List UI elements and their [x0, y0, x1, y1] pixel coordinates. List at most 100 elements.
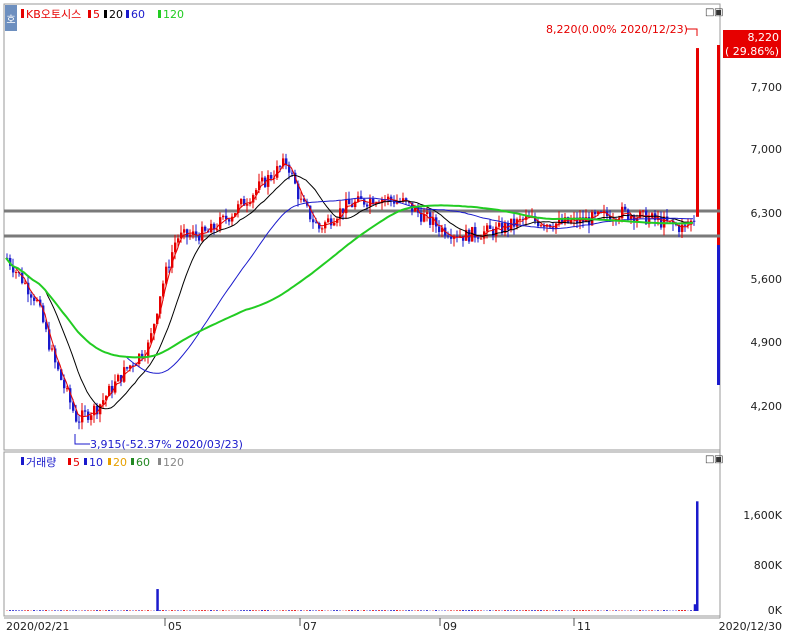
legend-vol10-swatch: [84, 458, 87, 465]
candle-body: [426, 212, 429, 214]
candle-body: [540, 225, 543, 227]
volume-bar: [27, 610, 29, 611]
candle-body: [357, 196, 360, 202]
volume-bar: [195, 610, 197, 611]
candle-body: [240, 198, 243, 205]
candle-body: [102, 400, 105, 405]
candle-body: [366, 204, 369, 207]
volume-bar: [252, 610, 254, 611]
volume-bar: [222, 610, 224, 611]
volume-bar: [378, 610, 380, 611]
candle-body: [480, 238, 483, 240]
current-change-label: ( 29.86%): [725, 45, 779, 58]
vol-tick-1600k: 1,600K: [743, 509, 782, 522]
legend-vol5-label: 5: [73, 456, 80, 469]
volume-bar: [597, 610, 599, 611]
stock-chart: 호 KB오토시스 5 20 60 120 □ ▣ □ ▣ 8,220 ( 29.…: [3, 3, 783, 633]
candle-body: [486, 225, 489, 232]
candle-body: [438, 226, 441, 233]
volume-bar: [450, 610, 452, 611]
candle-body: [300, 198, 303, 200]
volume-bar: [606, 610, 608, 611]
volume-bar: [690, 610, 692, 611]
volume-bar: [498, 610, 500, 611]
volume-panel-frame: [3, 451, 721, 617]
y-tick-7000: 7,000: [751, 143, 783, 156]
volume-bar: [462, 610, 464, 611]
volume-bar: [60, 610, 62, 611]
x-tick-09: 09: [443, 620, 457, 633]
candle-body: [90, 415, 93, 420]
limit-up-candle: [696, 48, 699, 217]
volume-bar: [375, 610, 377, 611]
candle-body: [33, 297, 36, 301]
price-close-icon[interactable]: ▣: [714, 7, 723, 18]
volume-spike-bar: [156, 589, 159, 611]
volume-bar: [372, 610, 374, 611]
volume-bar: [630, 610, 632, 611]
volume-bar: [525, 610, 527, 611]
volume-bar: [159, 610, 161, 611]
volume-bar: [318, 610, 320, 611]
candle-body: [642, 210, 645, 212]
legend-vol20-swatch: [108, 458, 111, 465]
volume-close-icon[interactable]: ▣: [714, 454, 723, 465]
current-price-label: 8,220: [748, 31, 780, 44]
candle-body: [21, 272, 24, 284]
volume-bar: [264, 610, 266, 611]
legend-vol60-label: 60: [136, 456, 150, 469]
volume-bar: [246, 610, 248, 611]
legend-volume-swatch: [21, 457, 24, 465]
y-tick-6300: 6,300: [751, 207, 783, 220]
candle-body: [693, 220, 696, 222]
volume-bar: [315, 610, 317, 611]
volume-bar: [657, 610, 659, 611]
volume-bar: [405, 610, 407, 611]
volume-bar: [333, 610, 335, 611]
legend-ma5-swatch: [88, 10, 91, 18]
volume-bar: [300, 610, 302, 611]
volume-bar: [213, 610, 215, 611]
volume-bar: [477, 610, 479, 611]
candle-body: [627, 209, 630, 220]
legend-stock-name: KB오토시스: [26, 8, 81, 21]
volume-bar: [456, 610, 458, 611]
volume-bar: [408, 610, 410, 611]
volume-bar: [309, 610, 311, 611]
volume-bar: [201, 610, 203, 611]
volume-bar: [249, 610, 251, 611]
x-tick-05: 05: [168, 620, 182, 633]
volume-bar: [666, 610, 668, 611]
volume-bar: [585, 610, 587, 611]
volume-bar: [165, 610, 167, 611]
legend-vol10-label: 10: [89, 456, 103, 469]
volume-bar: [576, 610, 578, 611]
candle-body: [513, 218, 516, 227]
candle-body: [228, 219, 231, 222]
candle-body: [78, 421, 81, 423]
volume-bar: [519, 610, 521, 611]
volume-bar: [87, 610, 89, 611]
volume-bar: [561, 610, 563, 611]
volume-bar: [435, 610, 437, 611]
volume-bar: [138, 610, 140, 611]
volume-bar: [516, 610, 518, 611]
candle-body: [198, 235, 201, 241]
volume-bar: [582, 610, 584, 611]
volume-bar: [75, 610, 77, 611]
high-annotation: 8,220(0.00% 2020/12/23): [546, 23, 698, 36]
volume-bar: [123, 610, 125, 611]
side-tab-icon: 호: [6, 14, 15, 26]
candle-body: [183, 229, 186, 233]
volume-bar: [99, 610, 101, 611]
volume-bar: [480, 610, 482, 611]
volume-bar: [291, 610, 293, 611]
candle-body: [447, 235, 450, 237]
y-tick-4200: 4,200: [751, 400, 783, 413]
volume-bar: [513, 610, 515, 611]
volume-bar: [261, 610, 263, 611]
candle-body: [450, 236, 453, 239]
volume-bar: [39, 610, 41, 611]
volume-bar: [42, 610, 44, 611]
volume-bar: [294, 610, 296, 611]
